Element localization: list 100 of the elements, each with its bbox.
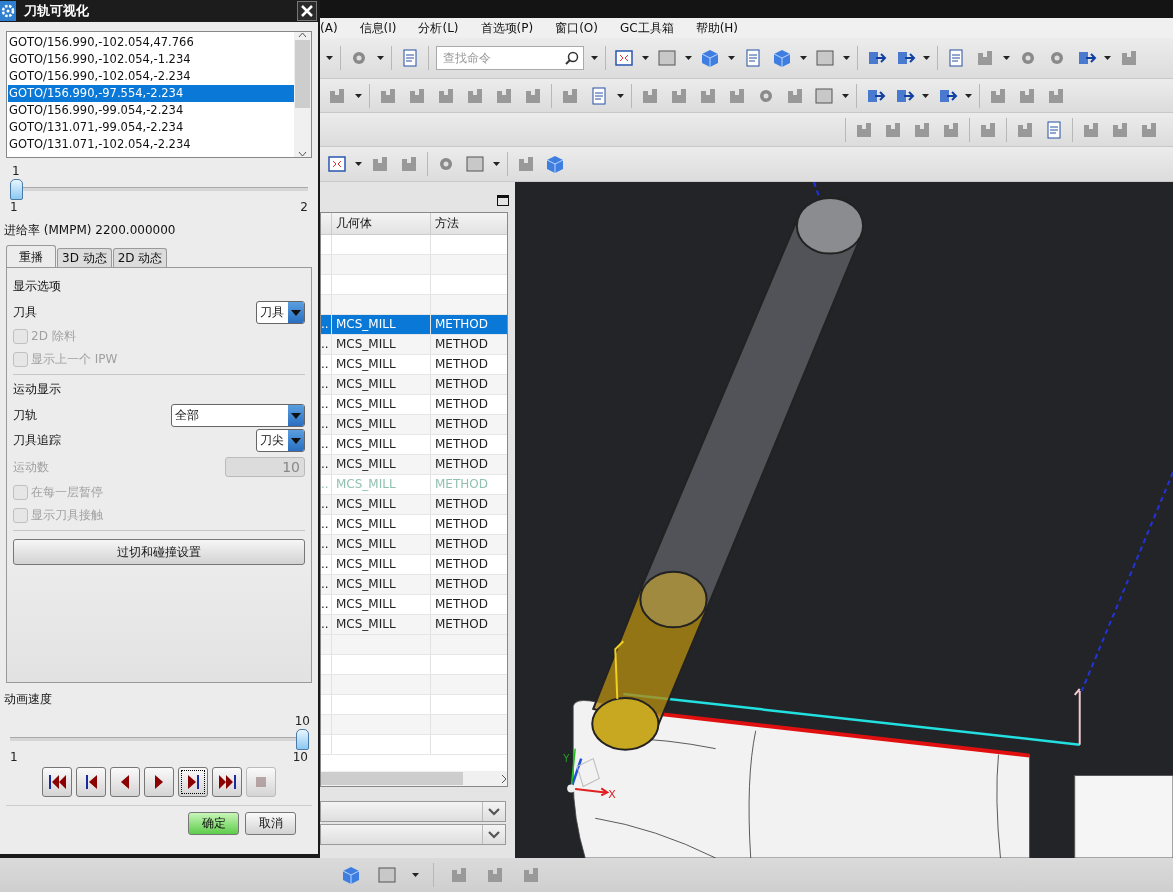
dropdown[interactable]: 刀尖 xyxy=(256,429,305,452)
scrollbar[interactable] xyxy=(294,32,311,157)
table-cell: MCS_MILL xyxy=(331,475,430,494)
table-row[interactable]: .. MCS_MILL METHOD xyxy=(321,375,507,395)
scroll-up-icon[interactable] xyxy=(298,32,307,38)
list-item[interactable]: GOTO/156.990,-102.054,47.766 xyxy=(8,34,294,51)
dropdown-caret-icon[interactable] xyxy=(685,56,692,60)
cube-icon[interactable] xyxy=(771,47,793,69)
dropdown-caret-icon[interactable] xyxy=(355,93,362,98)
dropdown-caret-icon[interactable] xyxy=(923,56,930,60)
fit-view-icon[interactable] xyxy=(326,153,348,175)
dropdown-caret-icon[interactable] xyxy=(591,56,598,60)
playback-button[interactable] xyxy=(76,767,106,797)
maximize-icon[interactable] xyxy=(497,194,509,206)
dropdown-caret-icon[interactable] xyxy=(642,56,649,60)
playback-button[interactable] xyxy=(144,767,174,797)
column-header[interactable]: 方法 xyxy=(430,213,507,234)
dropdown[interactable]: 全部 xyxy=(171,404,305,427)
table-row[interactable]: .. MCS_MILL METHOD xyxy=(321,495,507,515)
ok-button[interactable]: 确定 xyxy=(188,812,239,835)
dropdown-caret-icon[interactable] xyxy=(355,162,362,166)
dropdown-bar[interactable] xyxy=(320,824,506,845)
dropdown-caret-icon[interactable] xyxy=(617,93,624,98)
table-row[interactable]: .. MCS_MILL METHOD xyxy=(321,615,507,635)
table-row[interactable]: .. MCS_MILL METHOD xyxy=(321,355,507,375)
table-row[interactable]: .. MCS_MILL METHOD xyxy=(321,455,507,475)
playback-button[interactable] xyxy=(42,767,72,797)
table-row[interactable]: .. MCS_MILL METHOD xyxy=(321,535,507,555)
cube-icon[interactable] xyxy=(699,47,721,69)
menu-item[interactable]: 帮助(H) xyxy=(695,19,739,37)
square-icon[interactable] xyxy=(656,47,678,69)
field-label: 刀具追踪 xyxy=(13,432,61,449)
close-button[interactable] xyxy=(297,1,317,21)
scroll-down-icon[interactable] xyxy=(298,151,307,157)
menu-item[interactable]: 分析(L) xyxy=(418,19,459,37)
graphics-viewport[interactable]: Y X xyxy=(515,182,1173,858)
table-row[interactable]: .. MCS_MILL METHOD xyxy=(321,595,507,615)
table-row[interactable]: .. MCS_MILL METHOD xyxy=(321,555,507,575)
playback-button[interactable] xyxy=(178,767,208,797)
square-icon[interactable] xyxy=(814,47,836,69)
menu-item[interactable]: 首选项(P) xyxy=(480,19,534,37)
table-row[interactable]: .. MCS_MILL METHOD xyxy=(321,435,507,455)
table-row[interactable]: .. MCS_MILL METHOD xyxy=(321,515,507,535)
playback-button[interactable] xyxy=(110,767,140,797)
table-cell: MCS_MILL xyxy=(331,455,430,474)
tab[interactable]: 3D 动态 xyxy=(57,248,112,268)
column-header[interactable]: 几何体 xyxy=(331,213,430,234)
chevron-down-icon xyxy=(488,807,500,816)
slider-thumb[interactable] xyxy=(296,729,309,750)
dropdown-caret-icon[interactable] xyxy=(493,162,500,166)
table-row[interactable]: .. MCS_MILL METHOD xyxy=(321,415,507,435)
cube-icon[interactable] xyxy=(544,153,566,175)
table-row[interactable]: .. MCS_MILL METHOD xyxy=(321,315,507,335)
dropdown-bar[interactable] xyxy=(320,801,506,822)
fit-view-icon[interactable] xyxy=(613,47,635,69)
slider-track[interactable] xyxy=(10,178,308,200)
table-row[interactable]: .. MCS_MILL METHOD xyxy=(321,335,507,355)
search-field[interactable]: 查找命令 xyxy=(436,46,584,70)
table-cell-text: .. xyxy=(321,436,330,453)
dropdown-caret-icon[interactable] xyxy=(1003,56,1010,60)
dropdown-caret-icon[interactable] xyxy=(842,93,849,98)
table-cell: METHOD xyxy=(430,455,507,474)
list-item[interactable]: GOTO/156.990,-97.554,-2.234 xyxy=(8,85,294,102)
tab[interactable]: 重播 xyxy=(6,245,56,268)
cancel-button[interactable]: 取消 xyxy=(245,812,296,835)
list-item[interactable]: GOTO/131.071,-99.054,-2.234 xyxy=(8,119,294,136)
dropdown-caret-icon[interactable] xyxy=(326,56,333,60)
slider-thumb[interactable] xyxy=(10,179,23,200)
scroll-right-icon[interactable] xyxy=(501,773,507,784)
menu-item[interactable]: 信息(I) xyxy=(359,19,397,37)
settings-button[interactable]: 过切和碰撞设置 xyxy=(13,539,305,565)
dropdown-caret-icon[interactable] xyxy=(728,56,735,60)
dropdown-caret-icon[interactable] xyxy=(922,93,929,98)
search-input[interactable]: 查找命令 xyxy=(441,50,555,66)
list-item[interactable]: GOTO/131.071,-102.054,-2.234 xyxy=(8,136,294,153)
square-icon[interactable] xyxy=(376,864,398,886)
dropdown-caret-icon[interactable] xyxy=(1104,56,1111,60)
table-row[interactable]: .. MCS_MILL METHOD xyxy=(321,395,507,415)
skip-to-end-icon xyxy=(218,775,236,789)
slider-track[interactable] xyxy=(10,728,308,750)
dropdown-caret-icon[interactable] xyxy=(843,56,850,60)
dropdown-caret-icon[interactable] xyxy=(800,56,807,60)
list-item[interactable]: GOTO/156.990,-102.054,-2.234 xyxy=(8,68,294,85)
dropdown-caret-icon[interactable] xyxy=(965,93,972,98)
dropdown[interactable]: 刀具 xyxy=(256,301,305,324)
cube-icon[interactable] xyxy=(340,864,362,886)
list-item[interactable]: GOTO/156.990,-102.054,-1.234 xyxy=(8,51,294,68)
menu-item[interactable]: (A) xyxy=(320,21,338,35)
square-icon[interactable] xyxy=(464,153,486,175)
menu-item[interactable]: 窗口(O) xyxy=(555,19,598,37)
tab[interactable]: 2D 动态 xyxy=(112,248,168,268)
menu-item[interactable]: GC工具箱 xyxy=(619,19,674,37)
list-item[interactable]: GOTO/156.990,-99.054,-2.234 xyxy=(8,102,294,119)
table-cell-text: .. xyxy=(321,536,330,553)
dropdown-caret-icon[interactable] xyxy=(412,873,419,877)
scrollbar[interactable] xyxy=(321,771,507,786)
playback-button[interactable] xyxy=(212,767,242,797)
table-row[interactable]: .. MCS_MILL METHOD xyxy=(321,575,507,595)
slider-max: 2 xyxy=(300,200,308,214)
dropdown-caret-icon[interactable] xyxy=(377,56,384,60)
